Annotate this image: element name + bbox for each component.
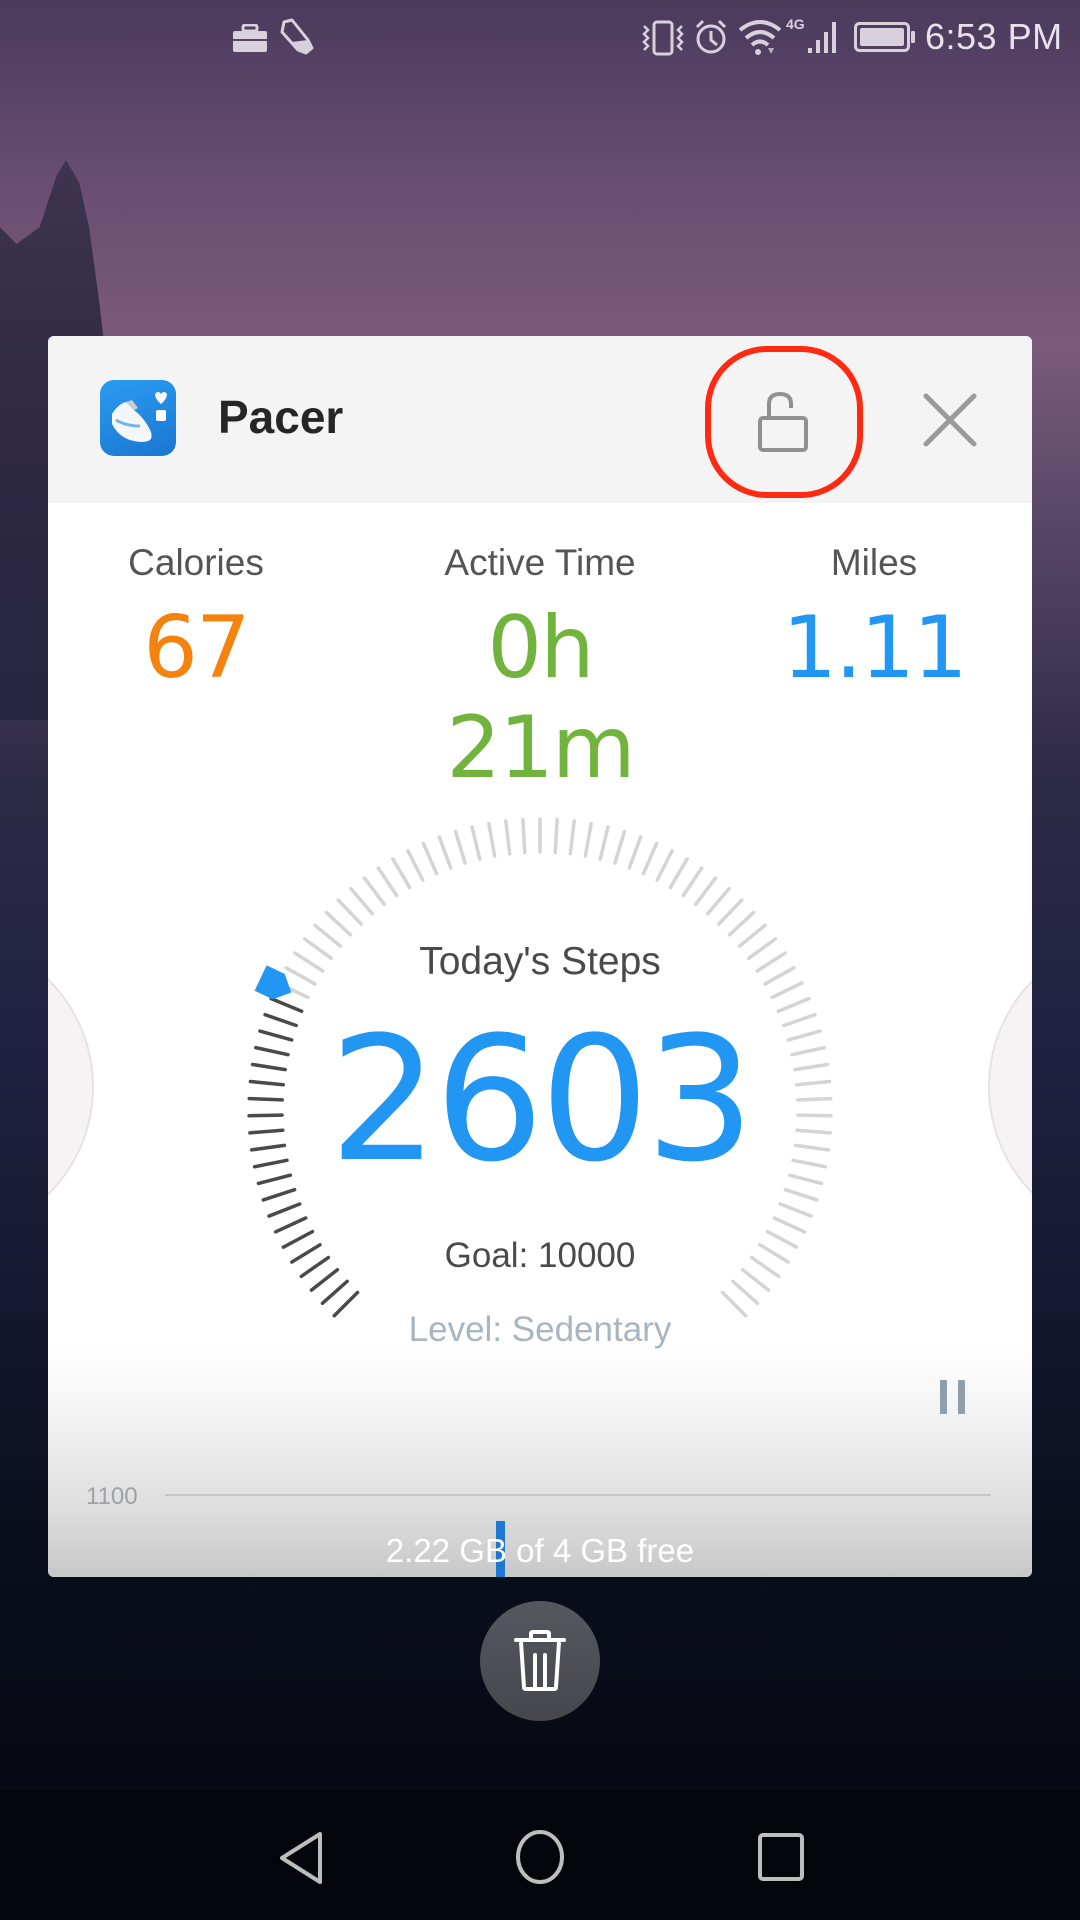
gauge-tick-empty (705, 886, 731, 916)
chart-gridline (165, 1494, 991, 1496)
activity-level-label: Level: Sedentary (408, 1310, 672, 1349)
shoe-icon (280, 18, 314, 55)
gauge-tick-empty (376, 866, 399, 898)
gauge-tick-empty (693, 876, 718, 907)
alarm-icon (695, 19, 727, 54)
gauge-tick-empty (770, 981, 804, 1000)
navigation-bar (0, 1790, 1080, 1920)
gauge-tick-empty (362, 876, 387, 907)
gauge-tick-empty (772, 1216, 807, 1234)
gauge-tick-empty (641, 841, 659, 876)
gauge-tick-empty (681, 866, 704, 898)
chart-axis-label: 1100 (86, 1483, 138, 1510)
status-time: 6:53 PM (925, 16, 1063, 57)
goal-label: Goal: 10000 (444, 1236, 636, 1275)
home-icon (516, 1830, 564, 1884)
gauge-tick-empty (731, 1279, 760, 1306)
gauge-tick-empty (470, 825, 482, 861)
gauge-tick-filled (320, 1279, 349, 1306)
pause-icon-bar (958, 1380, 965, 1414)
gauge-tick-empty (504, 819, 512, 856)
signal-icon (808, 22, 836, 53)
recents-icon (758, 1833, 804, 1881)
memory-status: 2.22 GB of 4 GB free (385, 1532, 695, 1569)
gauge-tick-empty (521, 817, 527, 855)
trash-icon (514, 1630, 566, 1691)
gauge-tick-empty (613, 829, 627, 865)
gauge-tick-empty (453, 829, 467, 865)
vibrate-icon (642, 20, 684, 56)
gauge-tick-empty (627, 835, 643, 870)
gauge-tick-empty (336, 898, 363, 926)
gauge-tick-empty (568, 819, 576, 856)
gauge-tick-empty (717, 898, 744, 926)
gauge-tick-empty (727, 910, 756, 937)
gauge-tick-empty (487, 821, 497, 858)
gauge-tick-empty (598, 825, 610, 861)
gauge-tick-empty (324, 910, 353, 937)
pause-icon (940, 1380, 947, 1414)
briefcase-icon (233, 24, 267, 52)
gauge-tick-empty (778, 1202, 813, 1218)
steps-label: Today's Steps (419, 940, 661, 983)
steps-value: 2603 (329, 999, 755, 1200)
back-icon (280, 1832, 322, 1884)
wifi-icon (738, 20, 782, 55)
recents-button[interactable] (741, 1818, 821, 1898)
gauge-tick-filled (267, 1202, 302, 1218)
gauge-tick-empty (655, 848, 674, 882)
gauge-tick-empty (437, 835, 453, 870)
gauge-tick-empty (668, 857, 689, 890)
clear-all-button[interactable] (480, 1601, 600, 1721)
home-button[interactable] (500, 1818, 580, 1898)
network-type-label: 4G (786, 16, 805, 32)
gauge-tick-empty (421, 841, 439, 876)
gauge-tick-filled (273, 1216, 308, 1234)
gauge-tick-empty (553, 817, 559, 855)
battery-icon (854, 22, 915, 52)
pause-button[interactable] (940, 1380, 970, 1416)
gauge-tick-empty (406, 848, 425, 882)
back-button[interactable] (260, 1818, 340, 1898)
gauge-tick-empty (583, 821, 593, 858)
recent-app-card[interactable]: Pacer Calories 67 Active Time 0h 21m Mil… (48, 336, 1032, 1577)
gauge-tick-empty (349, 886, 375, 916)
gauge-tick-empty (391, 857, 412, 890)
status-bar: 4G 6:53 PM (0, 0, 1080, 76)
